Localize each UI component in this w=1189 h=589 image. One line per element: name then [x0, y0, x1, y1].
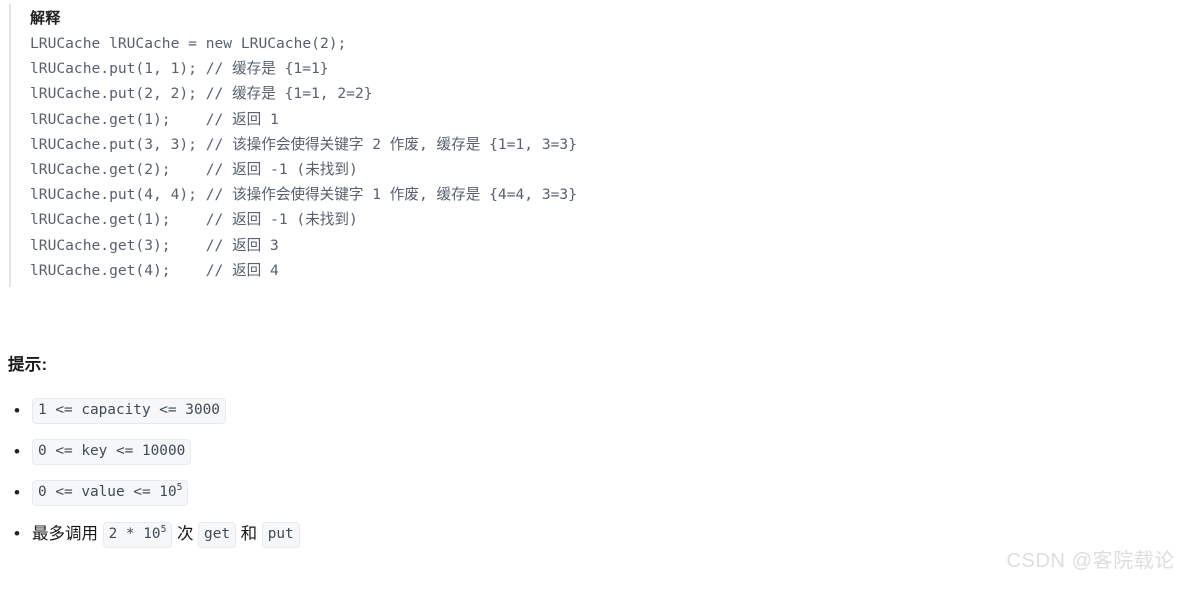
hints-heading: 提示: [8, 356, 48, 374]
bullet-icon: • [14, 524, 20, 543]
hint-text: 最多调用 [32, 525, 103, 543]
list-item: • 0 <= value <= 105 [8, 478, 908, 519]
hints-list: • 1 <= capacity <= 3000 • 0 <= key <= 10000… [8, 396, 908, 560]
bullet-icon: • [14, 483, 20, 502]
list-item: • 最多调用 2 * 105 次 get 和 put [8, 519, 908, 560]
code-line: lRUCache.get(3); // 返回 3 [30, 236, 279, 254]
list-item: • 0 <= key <= 10000 [8, 437, 908, 478]
inline-code-text: 0 <= value <= 10 [38, 484, 177, 500]
explanation-code-lines: LRUCache lRUCache = new LRUCache(2); lRUC… [30, 31, 1169, 283]
code-line: lRUCache.put(4, 4); // 该操作会使得关键字 1 作废, 缓… [30, 186, 577, 204]
code-line: lRUCache.put(3, 3); // 该操作会使得关键字 2 作废, 缓… [30, 135, 577, 153]
list-item: • 1 <= capacity <= 3000 [8, 396, 908, 437]
code-line: lRUCache.put(2, 2); // 缓存是 {1=1, 2=2} [30, 85, 373, 103]
inline-code-text: put [267, 526, 294, 542]
inline-code: put [261, 522, 300, 548]
inline-code-text: 0 <= key <= 10000 [38, 443, 186, 459]
code-line: lRUCache.get(1); // 返回 -1 (未找到) [30, 211, 358, 229]
hint-text: 和 [236, 525, 262, 543]
explanation-title: 解释 [30, 10, 61, 27]
code-line: LRUCache lRUCache = new LRUCache(2); [30, 35, 347, 52]
exponent: 5 [176, 482, 183, 494]
inline-code-text: 2 * 10 [108, 526, 161, 542]
inline-code: 0 <= key <= 10000 [32, 439, 192, 465]
code-line: lRUCache.get(4); // 返回 4 [30, 261, 279, 279]
explanation-code-block: 解释 LRUCache lRUCache = new LRUCache(2); l… [9, 4, 1169, 288]
code-line: lRUCache.put(1, 1); // 缓存是 {1=1} [30, 60, 329, 78]
inline-code: 2 * 105 [102, 522, 173, 548]
inline-code-text: get [204, 526, 231, 542]
inline-code-text: 1 <= capacity <= 3000 [38, 402, 220, 418]
csdn-watermark: CSDN @客院载论 [1006, 550, 1175, 572]
bullet-icon: • [14, 401, 20, 420]
code-line: lRUCache.get(1); // 返回 1 [30, 110, 279, 128]
inline-code: 1 <= capacity <= 3000 [32, 398, 226, 424]
inline-code: 0 <= value <= 105 [32, 480, 189, 506]
hint-text: 次 [172, 525, 199, 543]
code-line: lRUCache.get(2); // 返回 -1 (未找到) [30, 161, 358, 179]
bullet-icon: • [14, 442, 20, 461]
exponent: 5 [160, 524, 167, 536]
inline-code: get [198, 522, 237, 548]
